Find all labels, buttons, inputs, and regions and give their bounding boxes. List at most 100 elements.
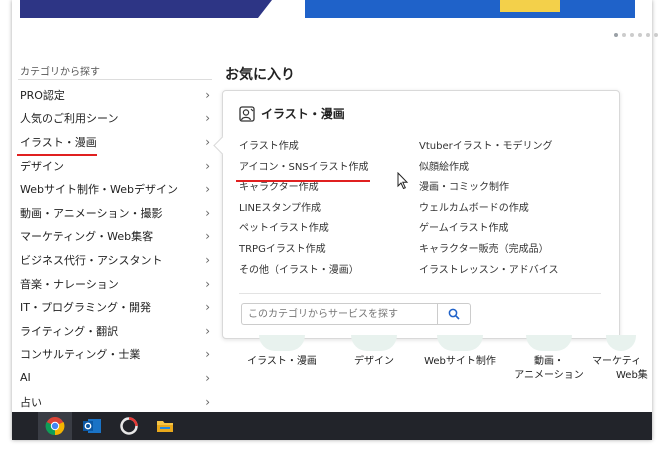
subcategory-link[interactable]: ゲームイラスト作成: [419, 219, 559, 240]
category-label: PRO認定: [20, 88, 65, 102]
carousel-dots: [614, 33, 658, 37]
chevron-right-icon: ›: [205, 182, 210, 197]
favorites-heading: お気に入り: [225, 67, 295, 83]
carousel-dot[interactable]: [638, 33, 642, 37]
chevron-right-icon: ›: [205, 323, 210, 338]
subcategory-link[interactable]: アイコン・SNSイラスト作成: [239, 158, 368, 179]
subcategory-link[interactable]: TRPGイラスト作成: [239, 240, 368, 261]
chevron-right-icon: ›: [205, 370, 210, 385]
category-item[interactable]: イラスト・漫画 ›: [18, 130, 212, 154]
category-item[interactable]: 人気のご利用シーン ›: [18, 107, 212, 131]
category-label: ビジネス代行・アシスタント: [20, 253, 163, 267]
chevron-right-icon: ›: [205, 134, 210, 149]
category-tile[interactable]: 動画・ アニメーション: [507, 335, 591, 383]
carousel-dot[interactable]: [630, 33, 634, 37]
category-item[interactable]: PRO認定 ›: [18, 83, 212, 107]
category-tile[interactable]: Webサイト制作: [415, 335, 505, 369]
category-label: Webサイト制作・Webデザイン: [20, 183, 178, 197]
subcategory-link[interactable]: 漫画・コミック制作: [419, 178, 559, 199]
subcategory-link[interactable]: 似顔絵作成: [419, 158, 559, 179]
category-tile[interactable]: マーケティ Web集: [592, 335, 652, 383]
subcategory-link[interactable]: イラストレッスン・アドバイス: [419, 261, 559, 282]
category-item[interactable]: ビジネス代行・アシスタント ›: [18, 248, 212, 272]
red-annotation-underline: [236, 180, 370, 182]
category-list: PRO認定 › 人気のご利用シーン › イラスト・漫画 › デザイン › Webサイト制…: [18, 83, 212, 413]
mouse-cursor-icon: [397, 172, 409, 190]
website-icon: [437, 335, 483, 351]
carousel-dot[interactable]: [654, 33, 658, 37]
marketing-icon: [606, 335, 636, 351]
category-item[interactable]: IT・プログラミング・開発 ›: [18, 295, 212, 319]
subcategory-link[interactable]: ペットイラスト作成: [239, 219, 368, 240]
subcategory-list-right: Vtuberイラスト・モデリング 似顔絵作成 漫画・コミック制作 ウェルカムボー…: [419, 137, 559, 281]
popup-header: イラスト・漫画: [239, 105, 345, 122]
chevron-right-icon: ›: [205, 111, 210, 126]
chevron-right-icon: ›: [205, 252, 210, 267]
folder-icon[interactable]: [155, 416, 175, 436]
popup-title: イラスト・漫画: [261, 107, 345, 121]
category-tile-label: アニメーション: [514, 370, 584, 381]
illustration-icon: [259, 335, 305, 351]
search-icon: [448, 308, 460, 320]
subcategory-link[interactable]: ウェルカムボードの作成: [419, 199, 559, 220]
video-icon: [526, 335, 572, 351]
category-item[interactable]: ライティング・翻訳 ›: [18, 319, 212, 343]
category-label: マーケティング・Web集客: [20, 230, 154, 244]
category-tile-label: イラスト・漫画: [247, 356, 317, 367]
chevron-right-icon: ›: [205, 394, 210, 409]
category-tile-label: Web集: [616, 370, 648, 381]
carousel-dot[interactable]: [622, 33, 626, 37]
chevron-right-icon: ›: [205, 87, 210, 102]
illustration-icon: [239, 105, 255, 122]
taskbar: [12, 412, 652, 440]
subcategory-link[interactable]: LINEスタンプ作成: [239, 199, 368, 220]
category-label: AI: [20, 371, 31, 385]
banner-right[interactable]: [305, 0, 635, 18]
category-label: 人気のご利用シーン: [20, 112, 119, 126]
category-item[interactable]: 音楽・ナレーション ›: [18, 272, 212, 296]
category-heading: カテゴリから探す: [20, 67, 100, 78]
category-label: イラスト・漫画: [20, 135, 97, 149]
banner-highlight: [500, 0, 560, 12]
chevron-right-icon: ›: [205, 300, 210, 315]
outlook-icon[interactable]: [82, 416, 102, 436]
chrome-icon[interactable]: [45, 416, 65, 436]
app-icon[interactable]: [119, 416, 139, 436]
category-label: デザイン: [20, 159, 64, 173]
subcategory-list-left: イラスト作成 アイコン・SNSイラスト作成 キャラクター作成 LINEスタンプ作…: [239, 137, 368, 281]
category-item[interactable]: 占い ›: [18, 390, 212, 414]
category-label: 動画・アニメーション・撮影: [20, 206, 163, 220]
carousel-dot[interactable]: [646, 33, 650, 37]
chevron-right-icon: ›: [205, 276, 210, 291]
category-item[interactable]: AI ›: [18, 366, 212, 390]
category-search-input[interactable]: [241, 303, 437, 325]
chevron-right-icon: ›: [205, 229, 210, 244]
banner-left[interactable]: [20, 0, 272, 18]
category-tile-label: マーケティ: [592, 356, 642, 367]
chevron-right-icon: ›: [205, 205, 210, 220]
chevron-right-icon: ›: [205, 158, 210, 173]
subcategory-link[interactable]: Vtuberイラスト・モデリング: [419, 137, 559, 158]
category-item[interactable]: 動画・アニメーション・撮影 ›: [18, 201, 212, 225]
subcategory-link[interactable]: キャラクター販売（完成品）: [419, 240, 559, 261]
chevron-right-icon: ›: [205, 347, 210, 362]
subcategory-link[interactable]: その他（イラスト・漫画）: [239, 261, 368, 282]
category-tile-label: 動画・: [534, 356, 564, 367]
subcategory-link[interactable]: イラスト作成: [239, 137, 368, 158]
category-label: コンサルティング・士業: [20, 348, 141, 362]
category-item[interactable]: コンサルティング・士業 ›: [18, 343, 212, 367]
category-item[interactable]: マーケティング・Web集客 ›: [18, 225, 212, 249]
category-item[interactable]: Webサイト制作・Webデザイン ›: [18, 177, 212, 201]
carousel-dot[interactable]: [614, 33, 618, 37]
category-label: ライティング・翻訳: [20, 324, 119, 338]
design-icon: [351, 335, 397, 351]
category-tile[interactable]: イラスト・漫画: [232, 335, 332, 369]
category-item[interactable]: デザイン ›: [18, 154, 212, 178]
category-icon-row: イラスト・漫画 デザイン Webサイト制作 動画・ アニメーション マーケティ …: [222, 335, 652, 395]
category-tile[interactable]: デザイン: [334, 335, 414, 369]
red-annotation-underline: [17, 154, 97, 156]
category-label: IT・プログラミング・開発: [20, 301, 151, 315]
category-popup: イラスト・漫画 イラスト作成 アイコン・SNSイラスト作成 キャラクター作成 L…: [222, 90, 620, 339]
category-label: 占い: [20, 395, 42, 409]
search-button[interactable]: [437, 303, 471, 325]
